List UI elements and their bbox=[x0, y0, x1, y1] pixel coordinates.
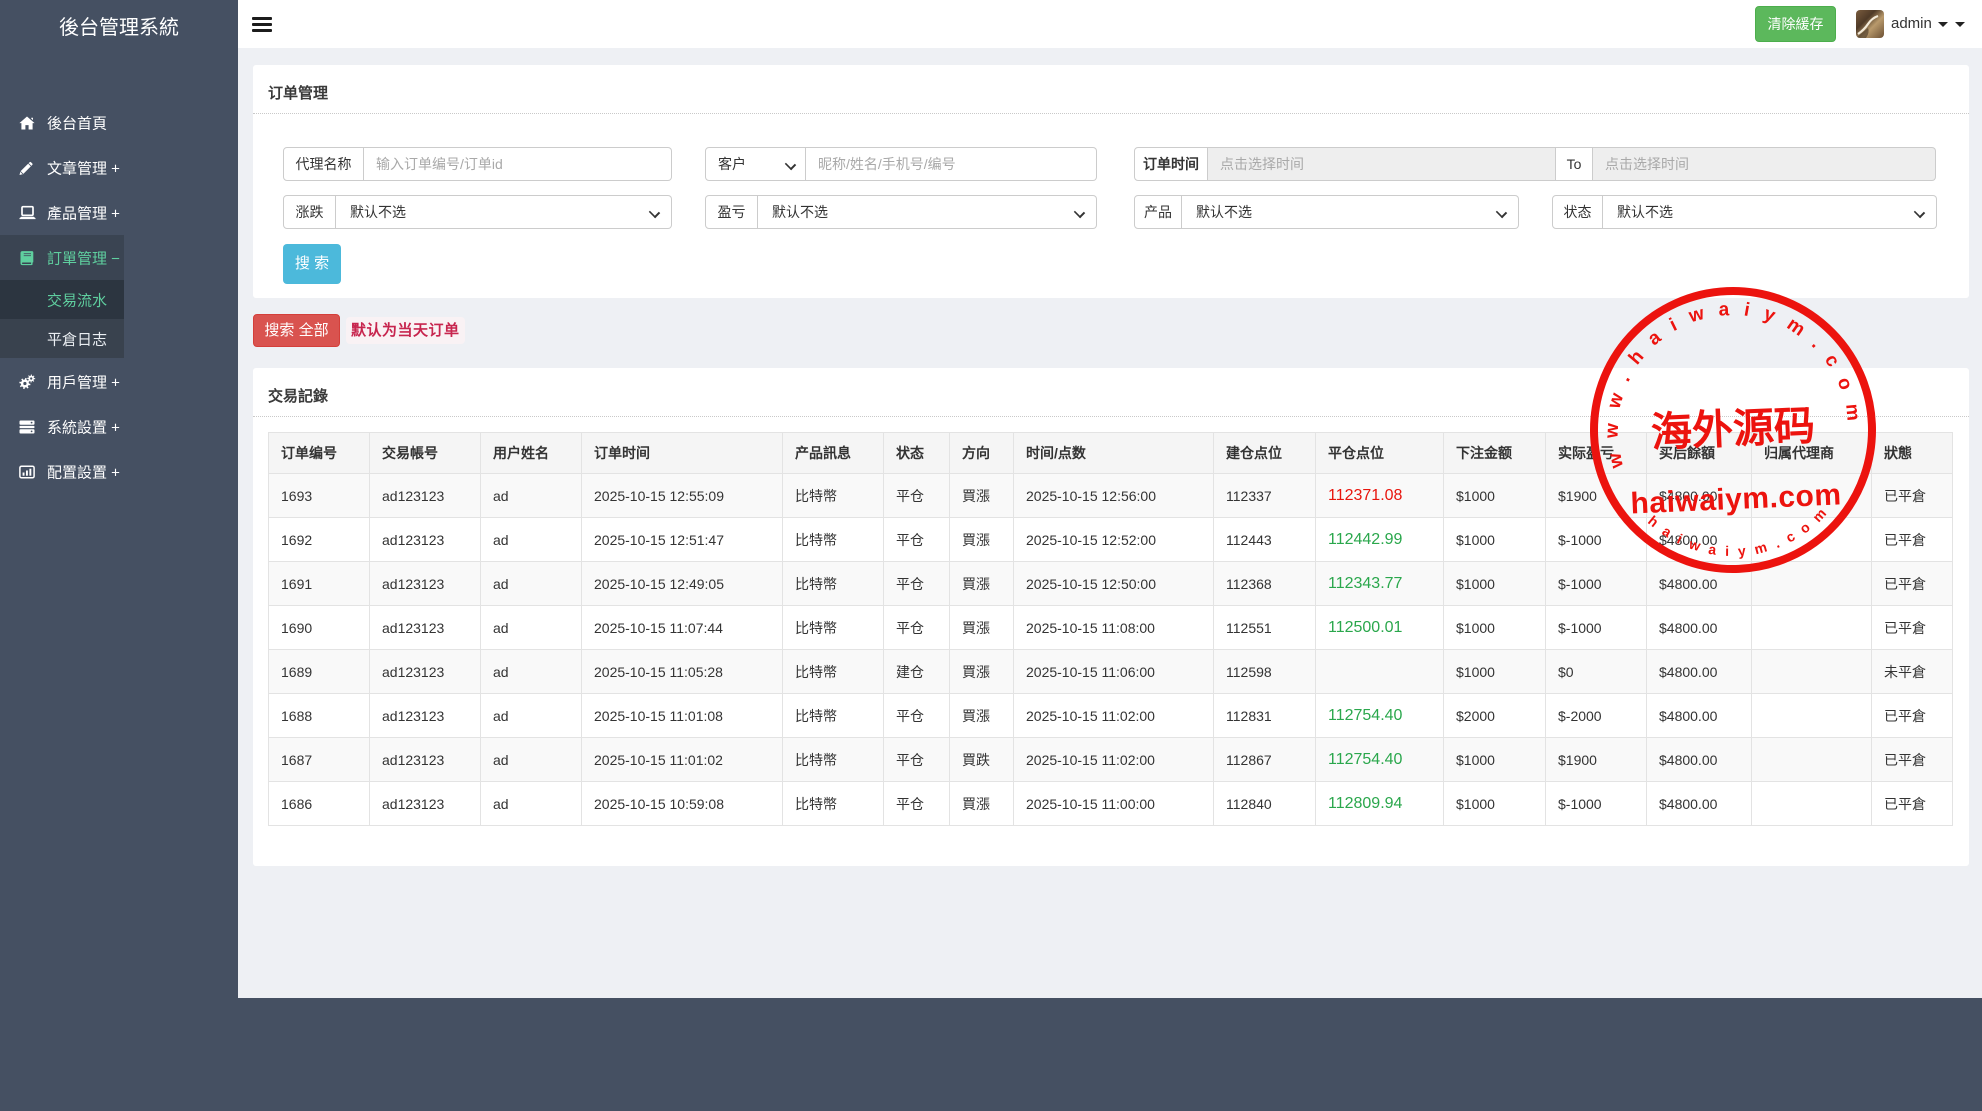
svg-text:海外源码: 海外源码 bbox=[1650, 402, 1816, 455]
